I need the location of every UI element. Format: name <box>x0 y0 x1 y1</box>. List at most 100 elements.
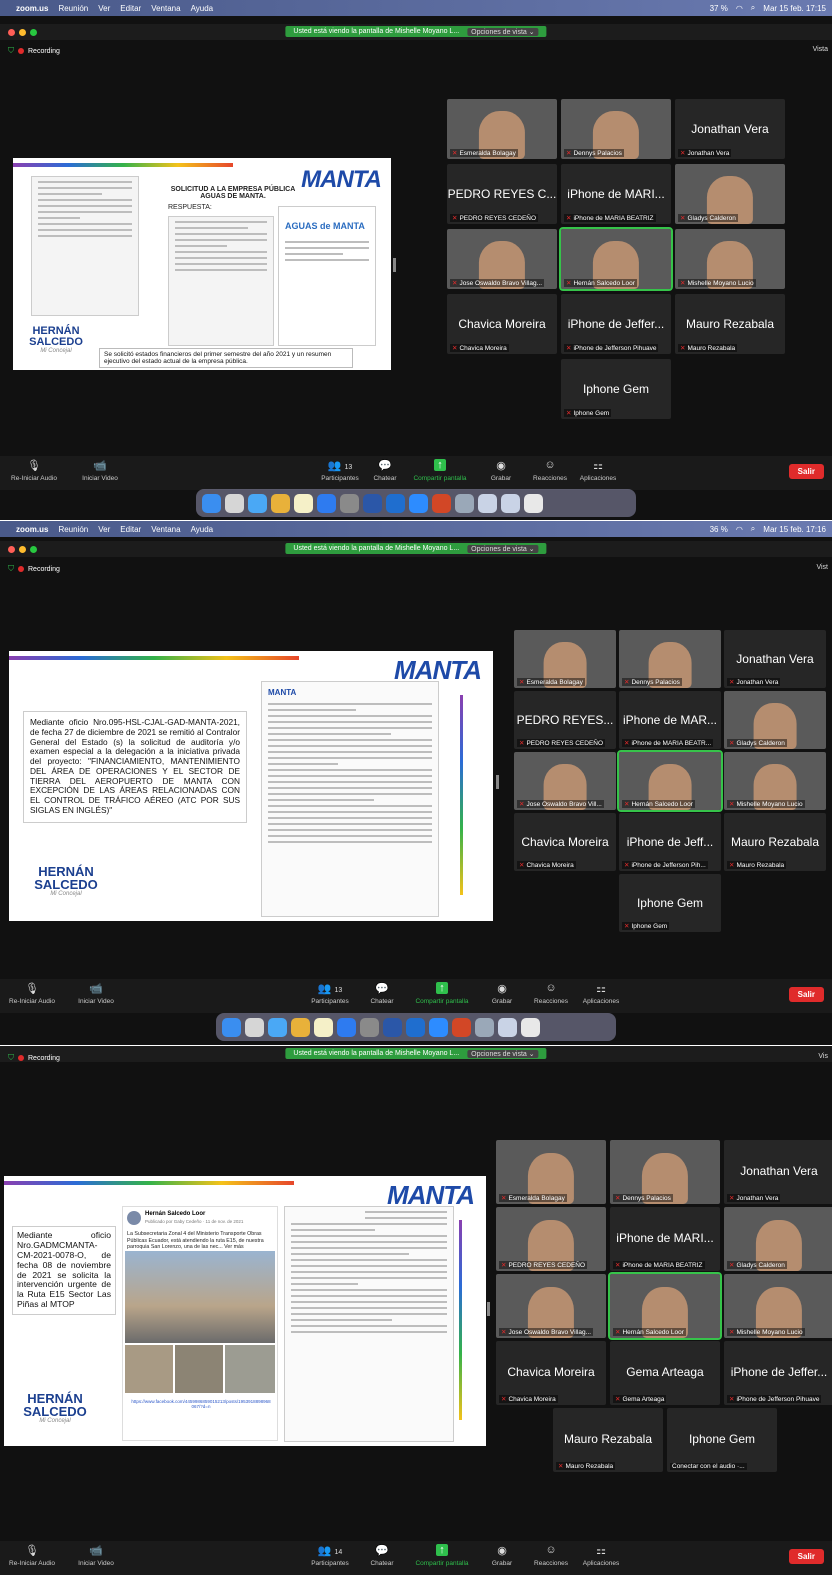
powerpoint-icon[interactable] <box>452 1017 471 1037</box>
participants-button[interactable]: 👥 13 Participantes <box>300 982 360 1005</box>
menu-ventana[interactable]: Ventana <box>151 525 180 534</box>
video-button[interactable]: 📹 Iniciar Video <box>66 982 126 1005</box>
participant-tile-iphone-de-jefferson-pih[interactable]: iPhone de Jeff... ✕ iPhone de Jefferson Pi… <box>619 813 721 871</box>
participant-tile-mauro-rezabala[interactable]: Mauro Rezabala ✕ Mauro Rezabala <box>724 813 826 871</box>
chat-button[interactable]: 💬 Chatear <box>352 982 412 1005</box>
post-link[interactable]: https://www.facebook.com/445998685901521… <box>131 1399 271 1409</box>
participants-button[interactable]: 👥 14 Participantes <box>300 1544 360 1567</box>
apps-button[interactable]: ⚏ Aplicaciones <box>571 982 631 1005</box>
participant-tile-hern-n-salcedo-loor[interactable]: ✕ Hernán Salcedo Loor <box>608 1272 722 1340</box>
video-button[interactable]: 📹 Iniciar Video <box>66 1544 126 1567</box>
menu-reunion[interactable]: Reunión <box>58 525 88 534</box>
participant-tile-mauro-rezabala[interactable]: Mauro Rezabala ✕ Mauro Rezabala <box>553 1408 663 1472</box>
window-thumb-icon[interactable] <box>478 493 497 513</box>
launchpad-icon[interactable] <box>225 493 244 513</box>
window-thumb-icon[interactable] <box>498 1017 517 1037</box>
settings-icon[interactable] <box>340 493 359 513</box>
participant-tile-conectar-con-el-audio[interactable]: Iphone Gem Conectar con el audio ·... <box>667 1408 777 1472</box>
view-button[interactable]: Vis <box>818 1053 828 1060</box>
appstore-icon[interactable] <box>337 1017 356 1037</box>
participant-tile-chavica-moreira[interactable]: Chavica Moreira ✕ Chavica Moreira <box>496 1341 606 1405</box>
share-button[interactable]: ↑ Compartir pantalla <box>412 982 472 1005</box>
participant-tile-dennys-palacios[interactable]: ✕ Dennys Palacios <box>561 99 671 159</box>
apps-button[interactable]: ⚏ Aplicaciones <box>571 1544 631 1567</box>
participant-tile-dennys-palacios[interactable]: ✕ Dennys Palacios <box>619 630 721 688</box>
participant-tile-iphone-gem[interactable]: Iphone Gem ✕ Iphone Gem <box>619 874 721 932</box>
participant-tile-hern-n-salcedo-loor[interactable]: ✕ Hernán Salcedo Loor <box>559 227 673 291</box>
participant-tile-gema-arteaga[interactable]: Gema Arteaga ✕ Gema Arteaga <box>610 1341 720 1405</box>
participant-tile-mishelle-moyano-lucio[interactable]: ✕ Mishelle Moyano Lucio <box>724 752 826 810</box>
leave-button[interactable]: Salir <box>788 1549 824 1564</box>
trash-icon[interactable] <box>521 1017 540 1037</box>
menu-editar[interactable]: Editar <box>120 4 141 13</box>
zoom-dot[interactable] <box>30 28 37 36</box>
minimize-dot[interactable] <box>19 545 26 553</box>
share-button[interactable]: ↑ Compartir pantalla <box>410 459 470 482</box>
outlook-icon[interactable] <box>406 1017 425 1037</box>
zoom-dock-icon[interactable] <box>429 1017 448 1037</box>
settings-icon[interactable] <box>360 1017 379 1037</box>
finder-icon[interactable] <box>202 493 221 513</box>
participant-tile-jose-oswaldo-bravo-villag[interactable]: ✕ Jose Oswaldo Bravo Villag... <box>447 229 557 289</box>
outlook-icon[interactable] <box>386 493 405 513</box>
participant-tile-iphone-gem[interactable]: Iphone Gem ✕ Iphone Gem <box>561 359 671 419</box>
notes-icon[interactable] <box>294 493 313 513</box>
participant-tile-iphone-de-jefferson-pihuave[interactable]: iPhone de Jeffer... ✕ iPhone de Jefferson … <box>724 1341 832 1405</box>
participant-tile-chavica-moreira[interactable]: Chavica Moreira ✕ Chavica Moreira <box>447 294 557 354</box>
participant-tile-iphone-de-jefferson-pihuave[interactable]: iPhone de Jeffer... ✕ iPhone de Jefferson … <box>561 294 671 354</box>
word-icon[interactable] <box>383 1017 402 1037</box>
menu-editar[interactable]: Editar <box>120 525 141 534</box>
participant-tile-mauro-rezabala[interactable]: Mauro Rezabala ✕ Mauro Rezabala <box>675 294 785 354</box>
participant-tile-jonathan-vera[interactable]: Jonathan Vera ✕ Jonathan Vera <box>675 99 785 159</box>
participant-tile-chavica-moreira[interactable]: Chavica Moreira ✕ Chavica Moreira <box>514 813 616 871</box>
participant-tile-esmeralda-bolagay[interactable]: ✕ Esmeralda Bolagay <box>514 630 616 688</box>
leave-button[interactable]: Salir <box>788 464 824 479</box>
view-options[interactable]: Opciones de vista ⌄ <box>467 1049 539 1058</box>
participant-tile-iphone-de-maria-beatriz[interactable]: iPhone de MARI... ✕ iPhone de MARIA BEATRI… <box>610 1207 720 1271</box>
appstore-icon[interactable] <box>317 493 336 513</box>
participant-tile-pedro-reyes-cede-o[interactable]: PEDRO REYES... ✕ PEDRO REYES CEDEÑO <box>514 691 616 749</box>
powerpoint-icon[interactable] <box>432 493 451 513</box>
video-button[interactable]: 📹 Iniciar Video <box>70 459 130 482</box>
participant-tile-pedro-reyes-cede-o[interactable]: PEDRO REYES C... ✕ PEDRO REYES CEDEÑO <box>447 164 557 224</box>
audio-button[interactable]: 🎙 Re-Iniciar Audio <box>2 1544 62 1567</box>
menu-app[interactable]: zoom.us <box>16 4 48 13</box>
view-button[interactable]: Vista <box>813 46 828 53</box>
window-thumb-icon-2[interactable] <box>501 493 520 513</box>
participant-tile-gladys-calderon[interactable]: ✕ Gladys Calderon <box>724 1207 832 1271</box>
splitter[interactable] <box>496 775 499 789</box>
menu-ayuda[interactable]: Ayuda <box>191 525 214 534</box>
leave-button[interactable]: Salir <box>788 987 824 1002</box>
splitter[interactable] <box>393 258 396 272</box>
finder-icon[interactable] <box>222 1017 241 1037</box>
menu-app[interactable]: zoom.us <box>16 525 48 534</box>
participant-tile-esmeralda-bolagay[interactable]: ✕ Esmeralda Bolagay <box>496 1140 606 1204</box>
participant-tile-gladys-calderon[interactable]: ✕ Gladys Calderon <box>675 164 785 224</box>
participant-tile-jose-oswaldo-bravo-vill[interactable]: ✕ Jose Oswaldo Bravo Vill... <box>514 752 616 810</box>
participant-tile-dennys-palacios[interactable]: ✕ Dennys Palacios <box>610 1140 720 1204</box>
participant-tile-iphone-de-maria-beatriz[interactable]: iPhone de MARI... ✕ iPhone de MARIA BEATRI… <box>561 164 671 224</box>
launchpad-icon[interactable] <box>245 1017 264 1037</box>
wifi-icon[interactable]: ◠ <box>736 4 743 13</box>
menu-ver[interactable]: Ver <box>98 4 110 13</box>
participant-tile-jose-oswaldo-bravo-villag[interactable]: ✕ Jose Oswaldo Bravo Villag... <box>496 1274 606 1338</box>
chrome-icon[interactable] <box>291 1017 310 1037</box>
participant-tile-jonathan-vera[interactable]: Jonathan Vera ✕ Jonathan Vera <box>724 630 826 688</box>
view-options[interactable]: Opciones de vista ⌄ <box>467 544 539 553</box>
chat-button[interactable]: 💬 Chatear <box>355 459 415 482</box>
safari-icon[interactable] <box>248 493 267 513</box>
notes-icon[interactable] <box>314 1017 333 1037</box>
participant-tile-esmeralda-bolagay[interactable]: ✕ Esmeralda Bolagay <box>447 99 557 159</box>
menu-ver[interactable]: Ver <box>98 525 110 534</box>
chat-button[interactable]: 💬 Chatear <box>352 1544 412 1567</box>
participant-tile-mishelle-moyano-lucio[interactable]: ✕ Mishelle Moyano Lucio <box>724 1274 832 1338</box>
audio-button[interactable]: 🎙 Re-Iniciar Audio <box>4 459 64 482</box>
trash-icon[interactable] <box>524 493 543 513</box>
zoom-dock-icon[interactable] <box>409 493 428 513</box>
view-options[interactable]: Opciones de vista ⌄ <box>467 27 539 36</box>
view-button[interactable]: Vist <box>816 564 828 571</box>
chrome-icon[interactable] <box>271 493 290 513</box>
audio-button[interactable]: 🎙 Re-Iniciar Audio <box>2 982 62 1005</box>
splitter[interactable] <box>487 1302 490 1316</box>
word-icon[interactable] <box>363 493 382 513</box>
